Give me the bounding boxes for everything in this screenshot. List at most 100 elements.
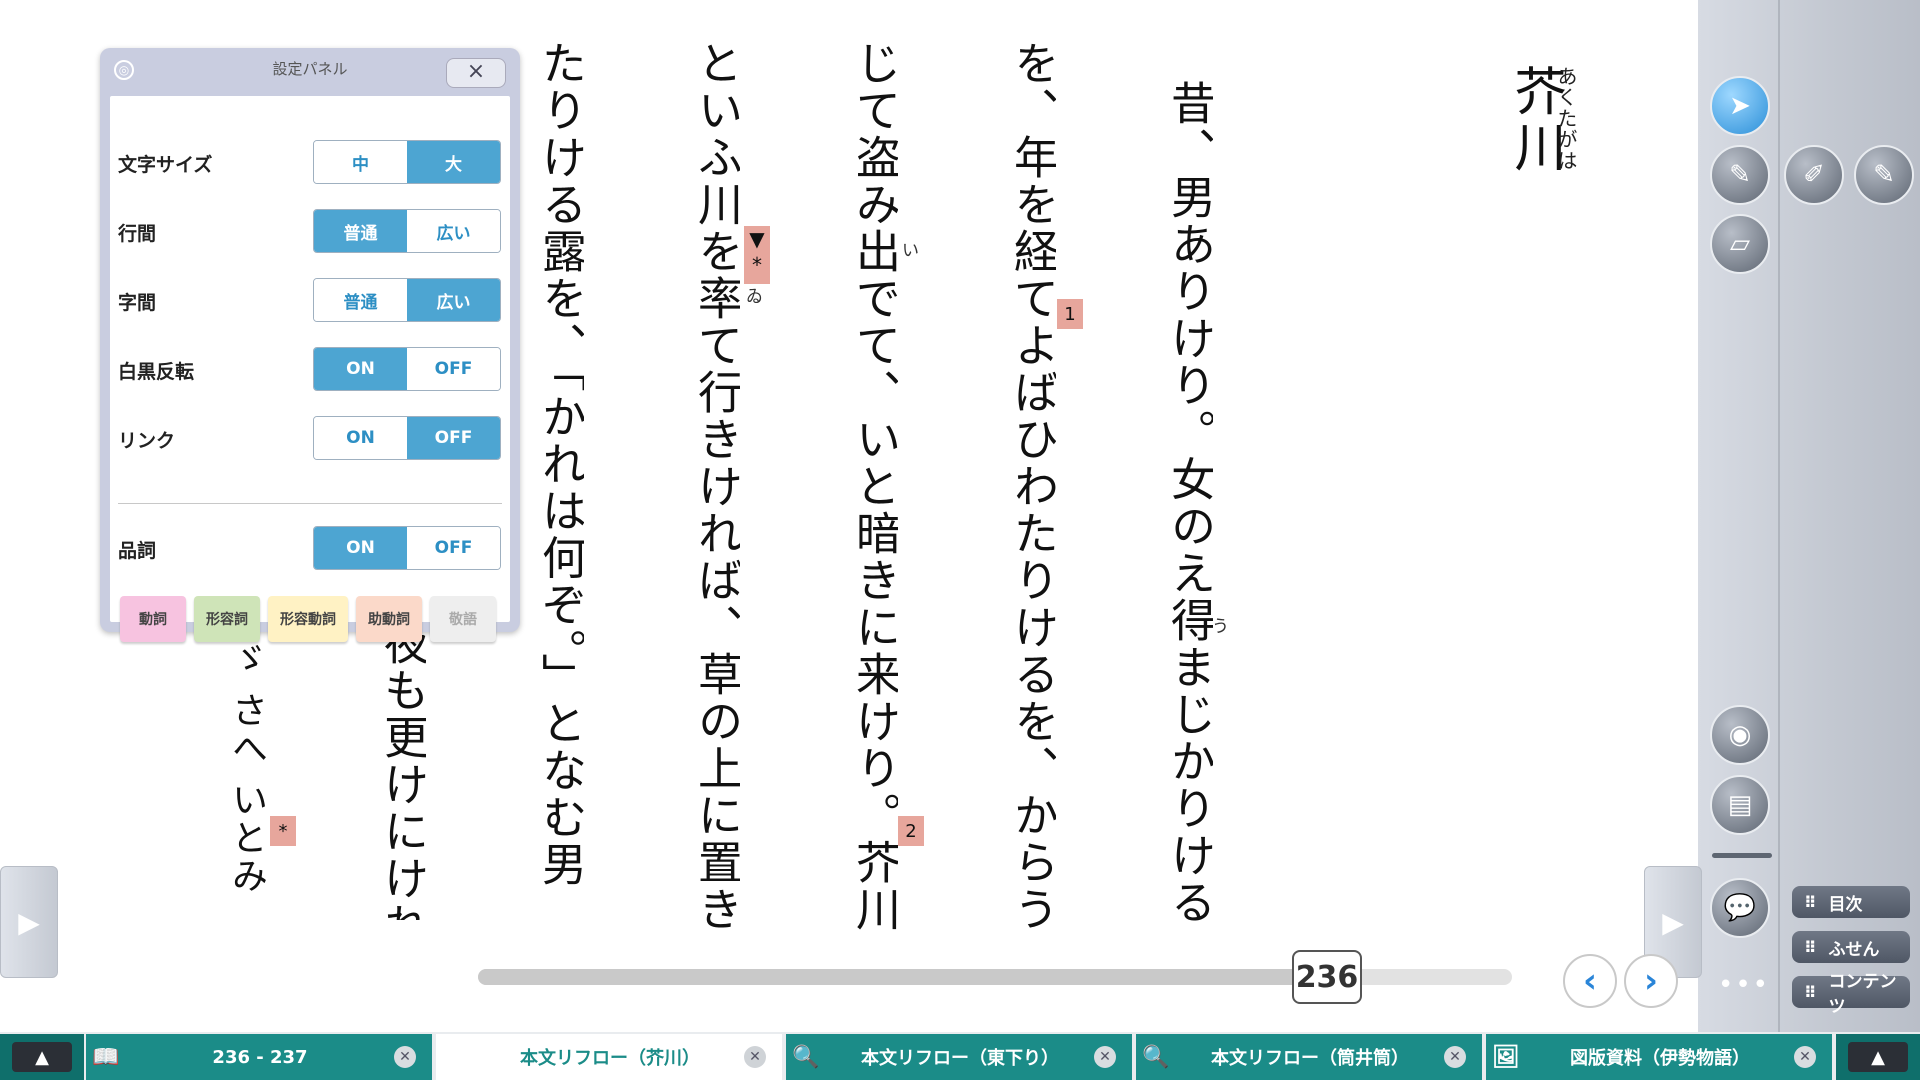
char-spacing-toggle: 普通 広い xyxy=(313,278,501,322)
font-size-large-option[interactable]: 大 xyxy=(407,141,500,183)
link-on-option[interactable]: ON xyxy=(314,417,407,459)
font-size-medium-option[interactable]: 中 xyxy=(314,141,407,183)
tab-label: 図版資料（伊勢物語） xyxy=(1570,1048,1750,1069)
close-icon[interactable]: ✕ xyxy=(1094,1046,1116,1068)
setting-label: 文字サイズ xyxy=(118,154,213,176)
tab-label: 本文リフロー（芥川） xyxy=(520,1048,700,1069)
close-icon[interactable]: ✕ xyxy=(1794,1046,1816,1068)
link-toggle: ON OFF xyxy=(313,416,501,460)
page-slider-thumb[interactable]: 236 xyxy=(1292,950,1362,1004)
pointer-icon[interactable]: ➤ xyxy=(1710,76,1770,136)
note-badge-1[interactable]: 1 xyxy=(1057,299,1083,329)
line-spacing-normal-option[interactable]: 普通 xyxy=(314,210,407,252)
invert-toggle: ON OFF xyxy=(313,347,501,391)
close-icon[interactable]: ✕ xyxy=(744,1046,766,1068)
contents-label: コンテンツ xyxy=(1828,972,1897,1017)
prev-page-button[interactable]: ‹ xyxy=(1563,954,1617,1008)
tabbar-up-button[interactable]: ▲ xyxy=(0,1034,84,1080)
book-search-icon: 🔍 xyxy=(1142,1044,1170,1070)
toc-button[interactable]: ⠿ 目次 xyxy=(1792,886,1910,918)
grid-icon: ⠿ xyxy=(1804,937,1816,957)
text-column-2: を、年を経てよばひわたりけるを、からう xyxy=(1008,40,1056,933)
tab-pages[interactable]: 📖 236 - 237 ✕ xyxy=(86,1034,432,1080)
globe-icon: ◎ xyxy=(114,60,134,80)
tab-figures-ise[interactable]: 🖼 図版資料（伊勢物語） ✕ xyxy=(1486,1034,1832,1080)
setting-part-of-speech: 品詞 ON OFF xyxy=(110,524,510,572)
invert-off-option[interactable]: OFF xyxy=(407,348,500,390)
part-of-speech-buttons: 動詞 形容詞 形容動詞 助動詞 敬語 xyxy=(120,596,500,644)
line-spacing-wide-option[interactable]: 広い xyxy=(407,210,500,252)
pos-verb-button[interactable]: 動詞 xyxy=(120,596,186,642)
pos-honorific-button[interactable]: 敬語 xyxy=(430,596,496,642)
pen-icon[interactable]: ✎ xyxy=(1710,145,1770,205)
image-search-icon: 🖼 xyxy=(1492,1044,1520,1070)
setting-label: 字間 xyxy=(118,292,157,314)
part-of-speech-toggle: ON OFF xyxy=(313,526,501,570)
grid-icon: ⠿ xyxy=(1804,982,1816,1002)
grid-icon: ⠿ xyxy=(1804,892,1816,912)
sticky-notes-button[interactable]: ⠿ ふせん xyxy=(1792,931,1910,963)
highlighter-icon[interactable]: ✐ xyxy=(1784,145,1844,205)
tab-bar: ▲ 📖 236 - 237 ✕ 本文リフロー（芥川） ✕ 🔍 本文リフロー（東下… xyxy=(0,1032,1920,1080)
pos-off-option[interactable]: OFF xyxy=(407,527,500,569)
settings-body: 文字サイズ 中 大 行間 普通 広い 字間 普通 広い 白黒反転 ON OFF xyxy=(110,96,510,642)
setting-label: リンク xyxy=(118,430,176,452)
more-icon[interactable]: ••• xyxy=(1718,970,1770,1000)
ruby-u: う xyxy=(1212,617,1229,637)
tab-reflow-azumakudari[interactable]: 🔍 本文リフロー（東下り） ✕ xyxy=(786,1034,1132,1080)
tab-reflow-akutagawa[interactable]: 本文リフロー（芥川） ✕ xyxy=(436,1034,782,1080)
title-ruby: あくたがは xyxy=(1554,66,1578,171)
next-page-button[interactable]: › xyxy=(1624,954,1678,1008)
font-size-toggle: 中 大 xyxy=(313,140,501,184)
text-column-3: じて盗み出でて、いと暗きに来けり。芥川 xyxy=(850,40,898,933)
sticky-notes-label: ふせん xyxy=(1828,939,1880,960)
setting-label: 品詞 xyxy=(118,540,157,562)
note-badge-star[interactable]: * xyxy=(270,816,296,846)
chevron-up-icon: ▲ xyxy=(12,1042,72,1072)
settings-panel: ◎ 設定パネル × 文字サイズ 中 大 行間 普通 広い 字間 普通 広い 白黒… xyxy=(100,48,520,642)
book-icon: 📖 xyxy=(92,1044,120,1070)
chevron-up-icon: ▲ xyxy=(1848,1042,1908,1072)
ruby-i: い xyxy=(902,241,919,261)
tab-label: 本文リフロー（筒井筒） xyxy=(1211,1048,1409,1069)
text-column-4: といふ川を率て行きければ、草の上に置き xyxy=(692,40,740,933)
comment-icon[interactable]: 💬 xyxy=(1710,878,1770,938)
note-badge-2[interactable]: 2 xyxy=(898,816,924,846)
page-slider-fill xyxy=(478,969,1357,985)
book-search-icon: 🔍 xyxy=(792,1044,820,1070)
eraser-icon[interactable]: ▱ xyxy=(1710,214,1770,274)
char-spacing-normal-option[interactable]: 普通 xyxy=(314,279,407,321)
line-spacing-toggle: 普通 広い xyxy=(313,209,501,253)
pos-auxiliary-verb-button[interactable]: 助動詞 xyxy=(356,596,422,642)
notebook-icon[interactable]: ▤ xyxy=(1710,775,1770,835)
camera-icon[interactable]: ◉ xyxy=(1710,705,1770,765)
pos-on-option[interactable]: ON xyxy=(314,527,407,569)
setting-char-spacing: 字間 普通 広い xyxy=(110,276,510,324)
settings-header: ◎ 設定パネル × xyxy=(100,48,520,90)
pos-adjective-button[interactable]: 形容詞 xyxy=(194,596,260,642)
toolbar-separator xyxy=(1712,853,1772,858)
tab-label: 本文リフロー（東下り） xyxy=(861,1048,1059,1069)
contents-button[interactable]: ⠿ コンテンツ xyxy=(1792,972,1910,1017)
setting-label: 白黒反転 xyxy=(118,361,195,383)
tab-reflow-tsutsuizutsu[interactable]: 🔍 本文リフロー（筒井筒） ✕ xyxy=(1136,1034,1482,1080)
tabbar-menu-button[interactable]: ▲ xyxy=(1836,1034,1920,1080)
close-icon[interactable]: ✕ xyxy=(394,1046,416,1068)
tab-label: 236 - 237 xyxy=(212,1046,308,1068)
pos-adjectival-verb-button[interactable]: 形容動詞 xyxy=(268,596,348,642)
note-marker[interactable]: ▼ * xyxy=(744,226,770,284)
toc-label: 目次 xyxy=(1828,894,1863,915)
left-expand-tab[interactable]: ▶ xyxy=(0,866,58,978)
text-column-5: たりける露を、「かれは何ぞ。」となむ男 xyxy=(536,40,584,888)
setting-font-size: 文字サイズ 中 大 xyxy=(110,138,510,186)
invert-on-option[interactable]: ON xyxy=(314,348,407,390)
settings-title: 設定パネル xyxy=(272,60,348,78)
text-column-7: ゞ さへ いとみ xyxy=(226,640,267,895)
link-off-option[interactable]: OFF xyxy=(407,417,500,459)
marker-icon[interactable]: ✎ xyxy=(1854,145,1914,205)
settings-divider xyxy=(118,503,502,504)
char-spacing-wide-option[interactable]: 広い xyxy=(407,279,500,321)
close-button[interactable]: × xyxy=(446,58,506,88)
text-column-6: 夜も更けにけれ xyxy=(378,620,426,920)
close-icon[interactable]: ✕ xyxy=(1444,1046,1466,1068)
